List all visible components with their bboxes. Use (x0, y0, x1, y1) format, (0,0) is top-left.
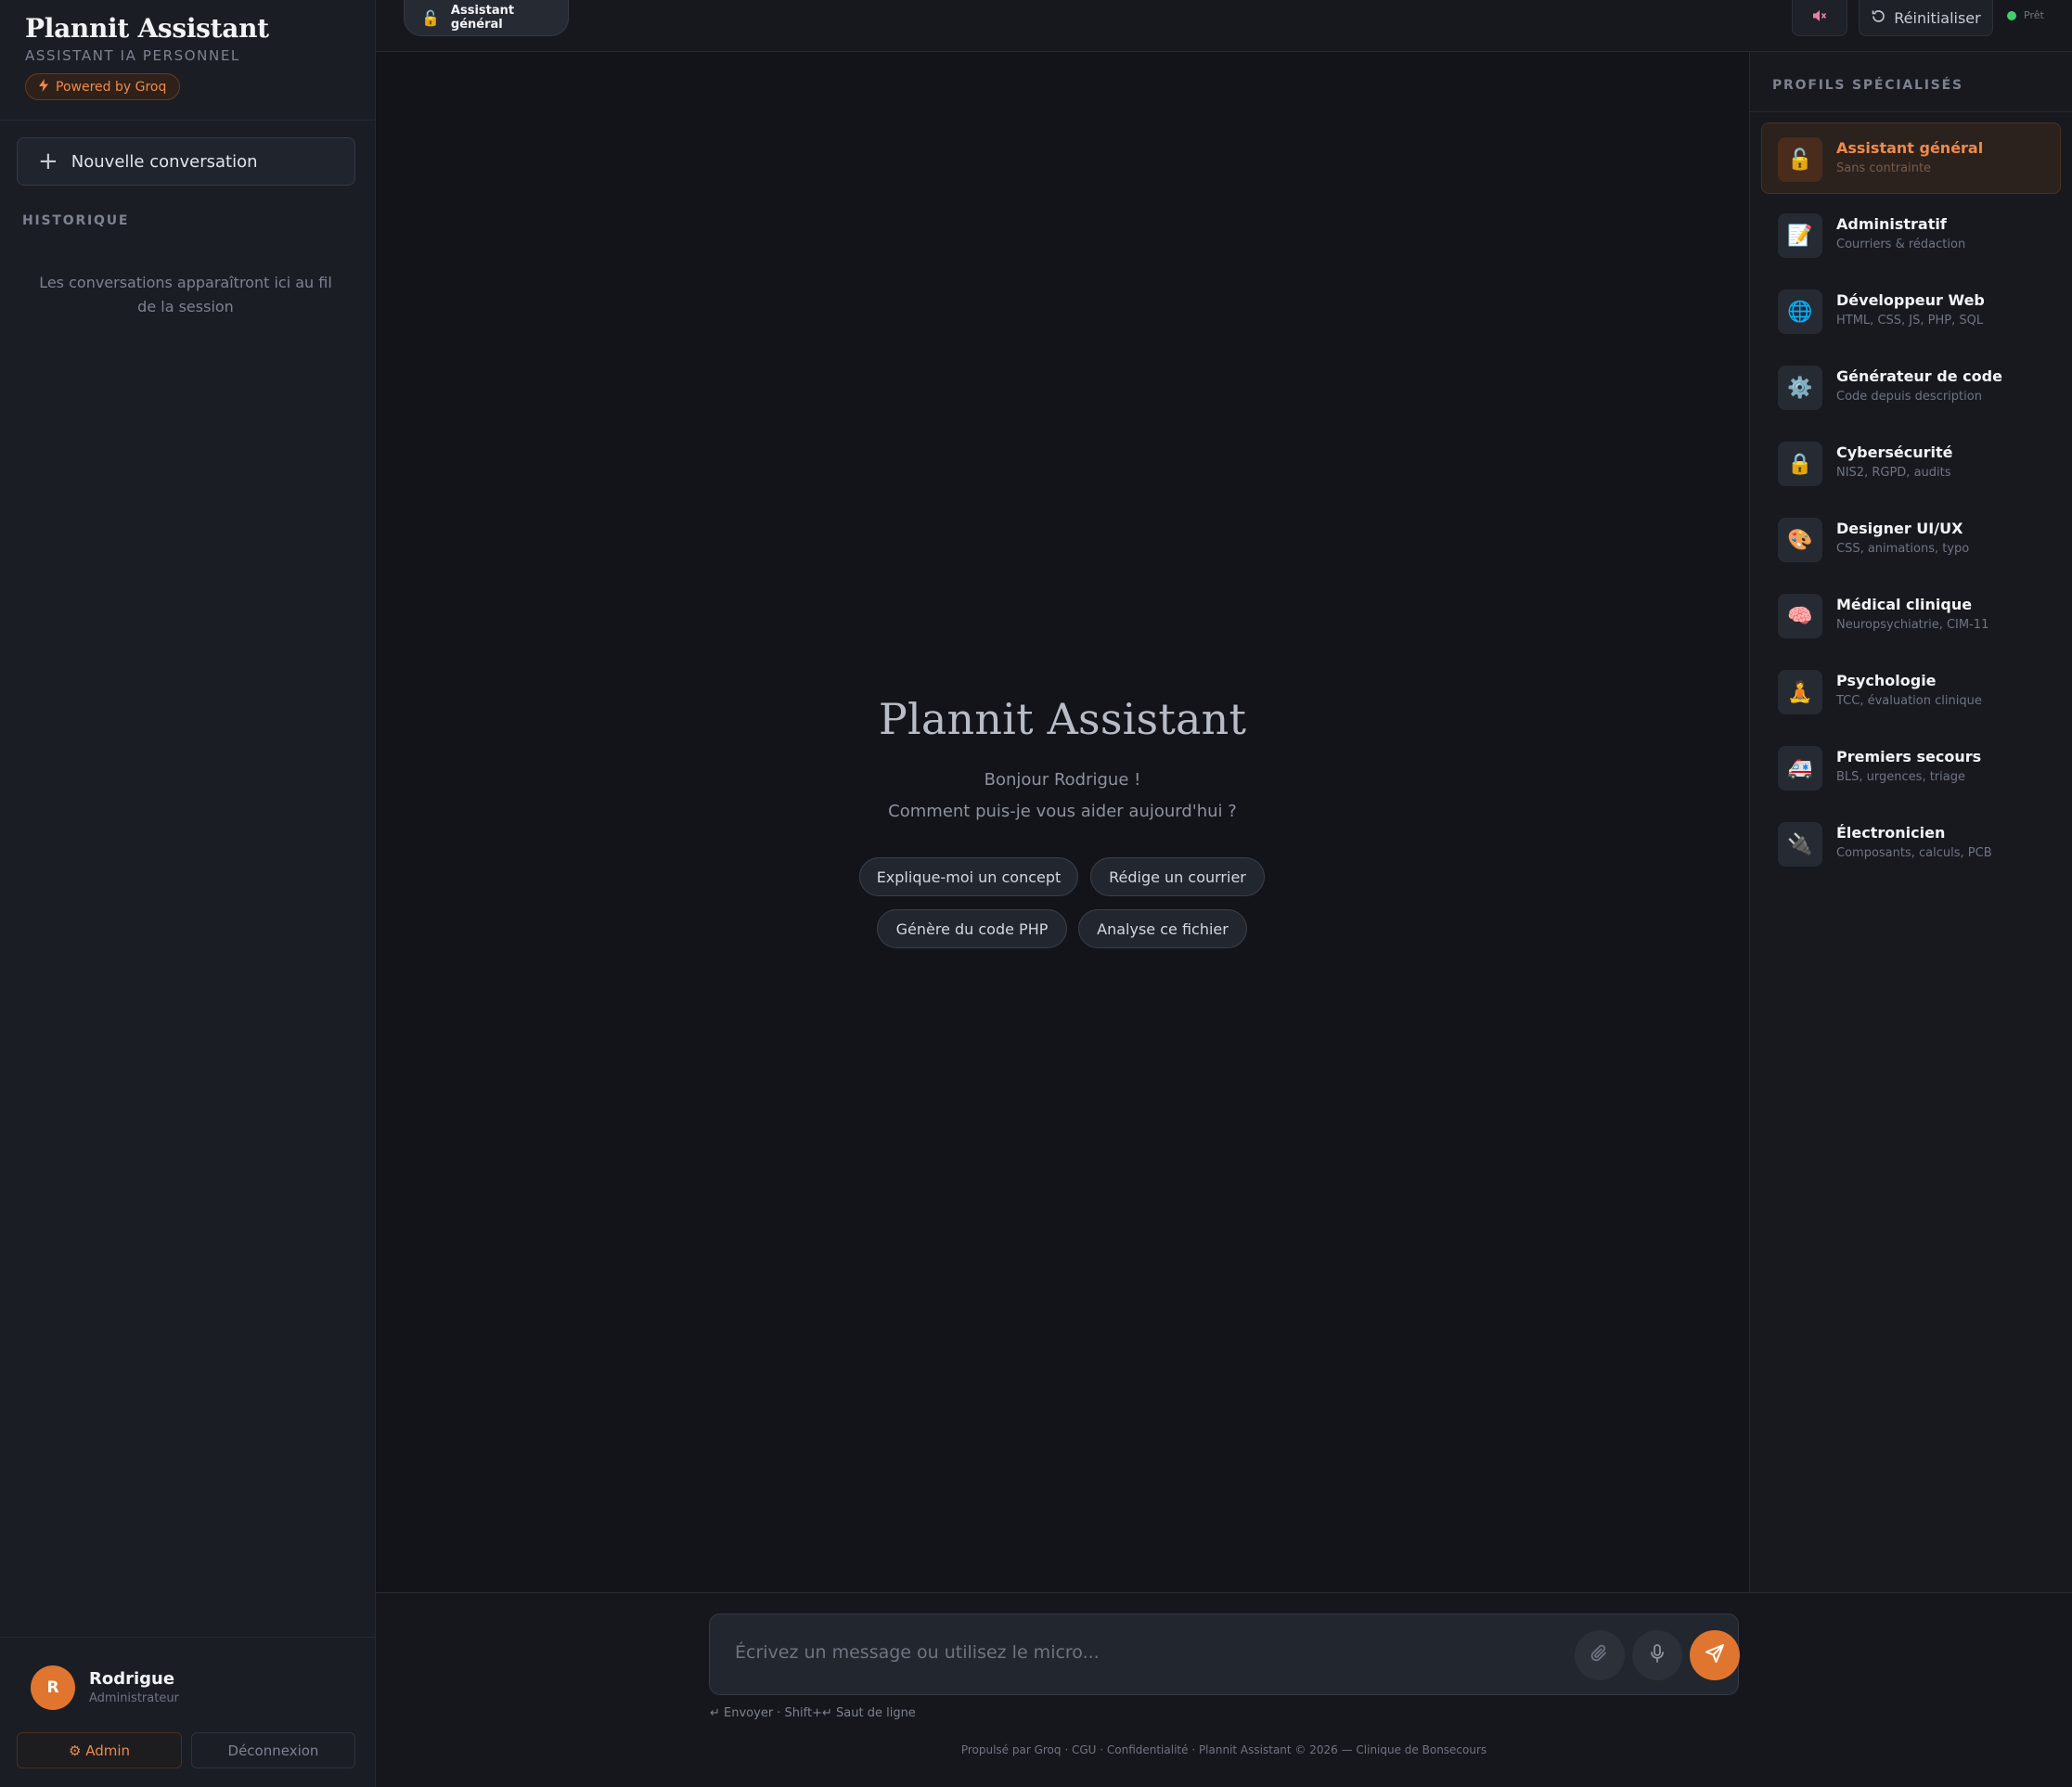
footer-text: Propulsé par Groq · CGU · Confidentialit… (960, 1743, 1487, 1756)
welcome-title: Plannit Assistant (878, 694, 1247, 744)
microphone-button[interactable] (1632, 1630, 1682, 1680)
welcome-question: Comment puis-je vous aider aujourd'hui ? (888, 802, 1237, 821)
ambulance-icon: 🚑 (1778, 746, 1822, 791)
status-dot (2007, 10, 2016, 20)
profile-administratif[interactable]: 📝 Administratif Courriers & rédaction (1761, 199, 2061, 270)
profile-name: Cybersécurité (1836, 444, 1953, 461)
profile-desc: CSS, animations, typo (1836, 542, 1970, 556)
profile-name: Électronicien (1836, 824, 1946, 842)
unlock-icon: 🔓 (421, 8, 440, 27)
meditation-icon: 🧘 (1778, 670, 1822, 714)
new-conversation-label: Nouvelle conversation (71, 151, 258, 172)
suggestion-chip[interactable]: Rédige un courrier (1090, 857, 1265, 896)
profile-desc: TCC, évaluation clinique (1836, 694, 1982, 708)
current-profile-label: Assistant général (450, 4, 515, 32)
profile-name: Premiers secours (1836, 748, 1982, 765)
user-role: Administrateur (89, 1691, 179, 1705)
gear-icon: ⚙️ (1778, 366, 1822, 410)
profile-desc: HTML, CSS, JS, PHP, SQL (1836, 314, 1984, 328)
profile-desc: Code depuis description (1836, 390, 1982, 404)
profile-name: Médical clinique (1836, 596, 1973, 613)
bolt-icon (39, 78, 48, 96)
chat-area: Plannit Assistant Bonjour Rodrigue ! Com… (376, 52, 1749, 1592)
reset-label: Réinitialiser (1894, 8, 1981, 27)
lock-icon: 🔒 (1778, 442, 1822, 486)
profile-desc: BLS, urgences, triage (1836, 770, 1965, 784)
profile-name: Générateur de code (1836, 367, 2002, 385)
logout-button[interactable]: Déconnexion (191, 1732, 355, 1768)
brain-icon: 🧠 (1778, 594, 1822, 638)
profile-desc: Sans contrainte (1836, 161, 1932, 175)
profile-name: Psychologie (1836, 672, 1937, 689)
app-title: Plannit Assistant (25, 13, 269, 44)
profile-name: Assistant général (1836, 139, 1984, 157)
profile-designer-uiux[interactable]: 🎨 Designer UI/UX CSS, animations, typo (1761, 503, 2061, 574)
status-indicator: Prêt (2007, 9, 2044, 21)
send-icon (1705, 1643, 1725, 1667)
suggestion-chip[interactable]: Génère du code PHP (877, 909, 1067, 948)
profile-name: Développeur Web (1836, 291, 1985, 309)
history-empty-message: Les conversations apparaîtront ici au fi… (39, 274, 332, 315)
microphone-icon (1648, 1643, 1667, 1667)
globe-icon: 🌐 (1778, 289, 1822, 334)
profile-generateur-code[interactable]: ⚙️ Générateur de code Code depuis descri… (1761, 351, 2061, 422)
message-placeholder: Écrivez un message ou utilisez le micro.… (735, 1642, 1100, 1663)
sidebar: Plannit Assistant ASSISTANT IA PERSONNEL… (0, 0, 376, 1787)
suggestion-chip[interactable]: Analyse ce fichier (1078, 909, 1247, 948)
user-block: R Rodrigue Administrateur ⚙ Admin Déconn… (0, 1637, 376, 1787)
divider (1750, 111, 2072, 112)
new-conversation-button[interactable]: + Nouvelle conversation (17, 137, 355, 186)
profiles-panel: PROFILS SPÉCIALISÉS 🔓 Assistant général … (1749, 52, 2072, 1592)
status-text: Prêt (2024, 9, 2044, 21)
composer-area: Écrivez un message ou utilisez le micro.… (376, 1592, 2072, 1787)
powered-by-badge[interactable]: Powered by Groq (25, 73, 181, 100)
brand: Plannit Assistant ASSISTANT IA PERSONNEL… (0, 0, 375, 121)
attach-button[interactable] (1575, 1630, 1625, 1680)
profile-desc: Courriers & rédaction (1836, 238, 1966, 251)
app-subtitle: ASSISTANT IA PERSONNEL (25, 47, 240, 64)
top-bar: 🔓 Assistant général Réinitialiser Prêt (376, 0, 2072, 52)
profile-electronicien[interactable]: 🔌 Électronicien Composants, calculs, PCB (1761, 807, 2061, 879)
welcome-greeting: Bonjour Rodrigue ! (984, 770, 1141, 790)
profile-desc: Neuropsychiatrie, CIM-11 (1836, 618, 1989, 632)
profile-medical-clinique[interactable]: 🧠 Médical clinique Neuropsychiatrie, CIM… (1761, 579, 2061, 650)
admin-button[interactable]: ⚙ Admin (17, 1732, 182, 1768)
mute-button[interactable] (1792, 0, 1847, 36)
message-input[interactable]: Écrivez un message ou utilisez le micro.… (709, 1613, 1740, 1695)
avatar[interactable]: R (31, 1665, 75, 1710)
profile-desc: Composants, calculs, PCB (1836, 846, 1992, 860)
profiles-panel-title: PROFILS SPÉCIALISÉS (1772, 78, 1963, 93)
suggestion-chip[interactable]: Explique-moi un concept (859, 857, 1078, 896)
profile-assistant-general[interactable]: 🔓 Assistant général Sans contrainte (1761, 122, 2061, 194)
profile-cybersecurite[interactable]: 🔒 Cybersécurité NIS2, RGPD, audits (1761, 427, 2061, 498)
palette-icon: 🎨 (1778, 518, 1822, 562)
unlock-icon: 🔓 (1778, 137, 1822, 182)
plus-icon: + (38, 148, 58, 175)
memo-icon: 📝 (1778, 213, 1822, 258)
profile-name: Administratif (1836, 215, 1947, 233)
profile-psychologie[interactable]: 🧘 Psychologie TCC, évaluation clinique (1761, 655, 2061, 726)
current-profile-pill[interactable]: 🔓 Assistant général (404, 0, 569, 36)
reset-button[interactable]: Réinitialiser (1859, 0, 1993, 36)
paperclip-icon (1589, 1643, 1610, 1667)
powered-by-label: Powered by Groq (56, 79, 167, 95)
refresh-icon (1871, 8, 1886, 28)
keyboard-hint: ↵ Envoyer · Shift+↵ Saut de ligne (710, 1706, 916, 1720)
speaker-muted-icon (1812, 8, 1827, 27)
user-name: Rodrigue (89, 1669, 175, 1689)
history-label: HISTORIQUE (22, 213, 130, 228)
profile-developpeur-web[interactable]: 🌐 Développeur Web HTML, CSS, JS, PHP, SQ… (1761, 275, 2061, 346)
send-button[interactable] (1690, 1630, 1740, 1680)
profile-premiers-secours[interactable]: 🚑 Premiers secours BLS, urgences, triage (1761, 731, 2061, 803)
profile-name: Designer UI/UX (1836, 520, 1963, 537)
profile-desc: NIS2, RGPD, audits (1836, 466, 1951, 480)
plug-icon: 🔌 (1778, 822, 1822, 867)
